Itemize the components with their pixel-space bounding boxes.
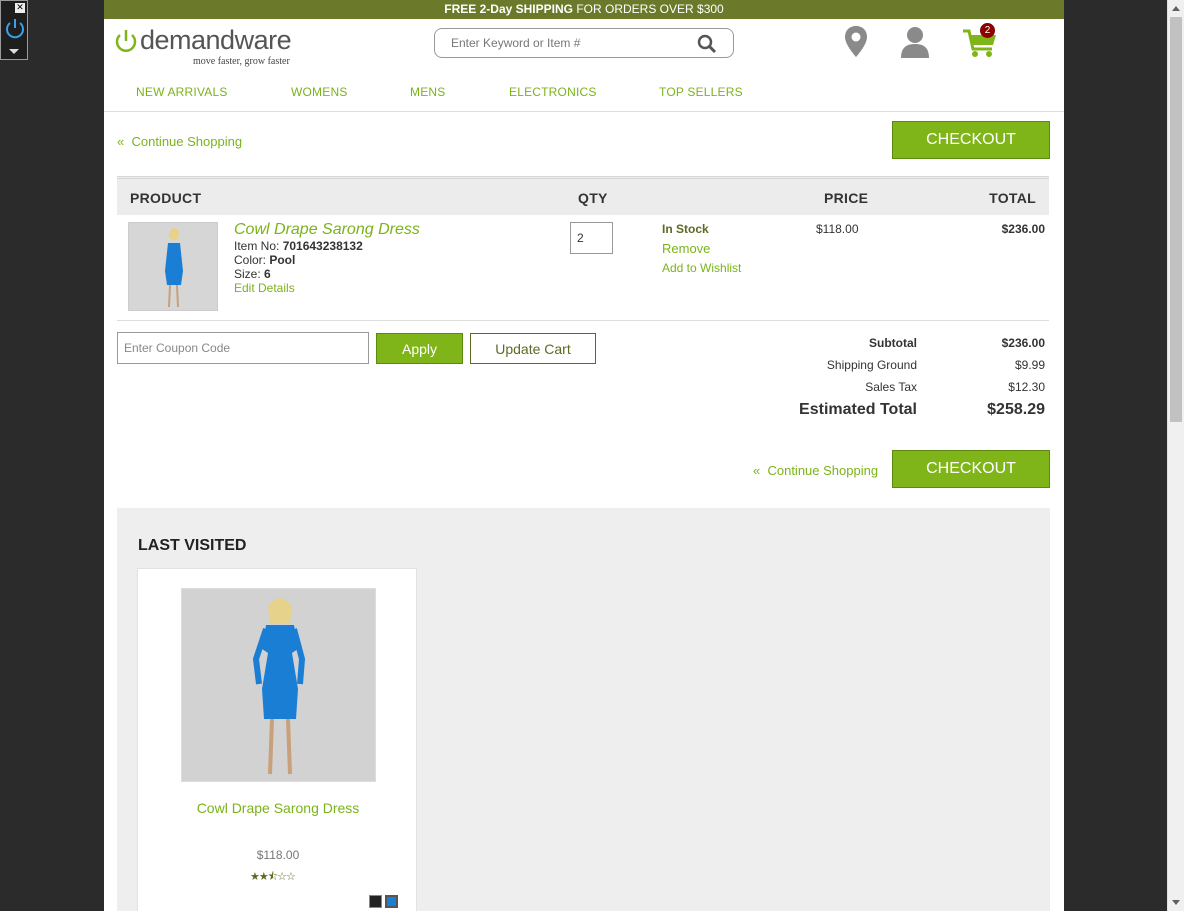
item-size-value: 6 [264,267,271,281]
header-price: PRICE [824,190,869,206]
coupon-code-input[interactable] [117,332,369,364]
double-chevron-left-icon: « [753,463,768,478]
logo-tagline: move faster, grow faster [193,56,290,67]
estimated-total-value: $258.29 [987,401,1045,418]
star-full-icon: ★ [250,870,260,883]
last-visited-section: LAST VISITED Cowl Drape Sarong Dress $11… [117,508,1050,911]
scrollbar[interactable] [1167,0,1184,911]
dress-image [182,589,375,781]
product-tile-image[interactable] [181,588,376,782]
product-thumbnail[interactable] [128,222,218,311]
swatch-blue[interactable] [385,895,398,908]
promo-text: FREE 2-Day [444,2,516,16]
unit-price: $118.00 [816,222,859,236]
scroll-down-icon[interactable] [1172,900,1180,905]
update-cart-button[interactable]: Update Cart [470,333,596,364]
dress-image [129,223,217,310]
checkout-button-top[interactable]: CHECKOUT [892,121,1050,159]
page: FREE 2-Day SHIPPING FOR ORDERS OVER $300… [104,0,1064,911]
promo-text-end: FOR ORDERS OVER $300 [573,2,724,16]
item-size: Size: 6 [234,267,271,281]
continue-shopping-label: Continue Shopping [131,134,243,149]
power-icon[interactable] [4,17,26,39]
logo-wordmark: demandware [140,25,292,55]
shipping-label: Shipping Ground [826,358,917,372]
swatch-black[interactable] [369,895,382,908]
stock-status: In Stock [662,222,709,236]
search-icon[interactable] [697,34,717,54]
line-total: $236.00 [1001,222,1045,236]
star-empty-icon: ☆ [286,870,296,883]
estimated-total-label: Estimated Total [799,401,917,418]
checkout-button-bottom[interactable]: CHECKOUT [892,450,1050,488]
item-color: Color: Pool [234,253,295,267]
continue-shopping-label: Continue Shopping [767,463,879,478]
item-color-value: Pool [269,253,296,267]
close-icon[interactable]: ✕ [15,3,25,13]
scroll-up-icon[interactable] [1172,6,1180,11]
nav-womens[interactable]: WOMENS [291,85,348,99]
item-size-label: Size: [234,267,265,281]
power-logo-icon [115,30,137,52]
shipping-value: $9.99 [1014,358,1045,372]
product-tile-name[interactable]: Cowl Drape Sarong Dress [138,800,418,816]
nav-electronics[interactable]: ELECTRONICS [509,85,597,99]
sales-tax-value: $12.30 [1008,380,1045,394]
cart-table-header: PRODUCT QTY PRICE TOTAL [117,176,1049,215]
scrollbar-thumb[interactable] [1170,17,1182,422]
add-to-wishlist-link[interactable]: Add to Wishlist [662,261,741,275]
header-product: PRODUCT [130,190,202,206]
double-chevron-left-icon: « [117,134,132,149]
subtotal-value: $236.00 [1001,336,1045,350]
product-name-link[interactable]: Cowl Drape Sarong Dress [234,221,420,239]
edit-details-link[interactable]: Edit Details [234,281,295,295]
item-number-label: Item No: [234,239,283,253]
product-tile-price: $118.00 [256,848,300,862]
last-visited-title: LAST VISITED [138,537,247,554]
remove-link[interactable]: Remove [662,241,710,256]
account-icon[interactable] [900,25,930,59]
item-number-value: 701643238132 [282,239,363,253]
apply-coupon-button[interactable]: Apply [376,333,463,364]
product-tile[interactable]: Cowl Drape Sarong Dress $118.00 ★★⯪☆☆ [137,568,417,911]
continue-shopping-link-bottom[interactable]: « Continue Shopping [753,463,878,478]
sales-tax-label: Sales Tax [865,380,917,394]
cart-button[interactable]: 2 [962,23,998,61]
rating-stars: ★★⯪☆☆ [250,868,296,887]
header: demandware move faster, grow faster Ente… [104,19,1064,71]
star-empty-icon: ☆ [277,870,287,883]
nav-new-arrivals[interactable]: NEW ARRIVALS [136,85,228,99]
chevron-down-icon[interactable] [9,49,19,54]
header-total: TOTAL [989,190,1036,206]
continue-shopping-link[interactable]: « Continue Shopping [117,134,242,149]
main-nav: NEW ARRIVALS WOMENS MENS ELECTRONICS TOP… [104,71,1064,112]
quantity-input[interactable]: 2 [570,222,613,254]
cart-count-badge: 2 [980,23,995,38]
item-number: Item No: 701643238132 [234,239,363,253]
nav-top-sellers[interactable]: TOP SELLERS [659,85,743,99]
search-input[interactable] [435,29,675,57]
header-qty: QTY [578,190,608,206]
star-half-icon: ⯪ [267,870,278,883]
store-locator-icon[interactable] [844,25,868,59]
power-widget[interactable]: ✕ [0,0,28,60]
subtotal-label: Subtotal [869,336,917,350]
nav-mens[interactable]: MENS [410,85,445,99]
item-color-label: Color: [234,253,270,267]
cart-line-item: Cowl Drape Sarong Dress Item No: 7016432… [117,215,1049,321]
promo-banner: FREE 2-Day SHIPPING FOR ORDERS OVER $300 [104,0,1064,19]
search-box [434,28,734,58]
promo-bold: SHIPPING [515,2,573,16]
star-full-icon: ★ [258,870,269,883]
